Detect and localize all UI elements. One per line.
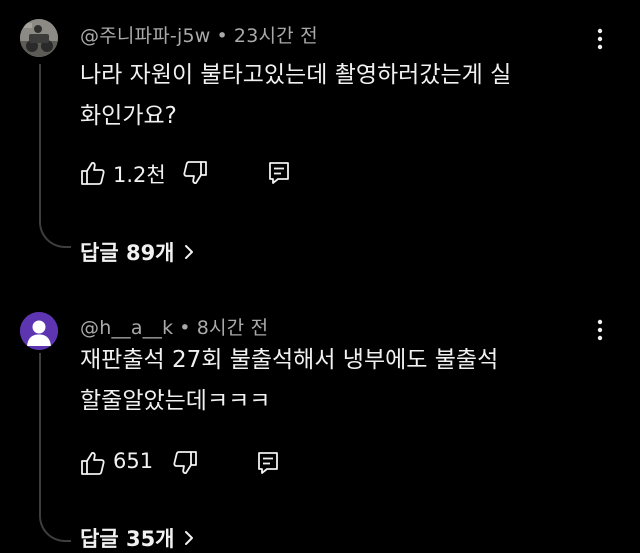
chevron-right-icon xyxy=(183,528,195,552)
like-count: 651 xyxy=(113,449,154,473)
meta-separator: • xyxy=(179,317,191,339)
comment-text: 나라 자원이 불타고있는데 촬영하러갔는게 실 화인가요? xyxy=(80,62,512,129)
view-replies-button[interactable]: 답글 89개 xyxy=(80,237,195,267)
more-actions-button[interactable] xyxy=(590,318,610,342)
avatar[interactable] xyxy=(20,19,58,57)
comment-time[interactable]: 23시간 전 xyxy=(234,25,318,47)
comment-meta: @h__a__k • 8시간 전 xyxy=(80,313,268,340)
like-button[interactable] xyxy=(80,160,106,186)
chevron-right-icon xyxy=(183,242,195,266)
avatar[interactable] xyxy=(20,312,58,350)
thumbs-down-icon xyxy=(183,161,207,185)
comment-item: @h__a__k • 8시간 전 재판출석 27회 불출석해서 냉부에도 불출석 할… xyxy=(0,290,640,553)
like-button[interactable] xyxy=(80,450,106,476)
comment-text: 재판출석 27회 불출석해서 냉부에도 불출석 할줄알았는데ㅋㅋㅋ xyxy=(80,347,499,414)
comment-actions: 1.2천 xyxy=(80,158,340,188)
reply-button[interactable] xyxy=(255,450,281,476)
thumbs-down-icon xyxy=(173,451,197,475)
reply-thread-line xyxy=(39,353,71,542)
default-user-avatar-icon xyxy=(20,312,58,350)
kebab-menu-icon xyxy=(597,28,603,50)
comment-icon xyxy=(258,452,278,474)
more-actions-button[interactable] xyxy=(590,27,610,51)
view-replies-button[interactable]: 답글 35개 xyxy=(80,523,195,553)
dislike-button[interactable] xyxy=(172,450,198,476)
comment-icon xyxy=(269,162,289,184)
comment-item: @주니파파-j5w • 23시간 전 나라 자원이 불타고있는데 촬영하러갔는게 실… xyxy=(0,0,640,285)
user-photo-avatar-icon xyxy=(20,19,58,57)
meta-separator: • xyxy=(216,25,228,47)
dislike-button[interactable] xyxy=(182,160,208,186)
thumbs-up-icon xyxy=(81,161,105,185)
comment-meta: @주니파파-j5w • 23시간 전 xyxy=(80,21,318,48)
like-count: 1.2천 xyxy=(113,163,166,187)
replies-count: 답글 89개 xyxy=(80,241,175,265)
comment-actions: 651 xyxy=(80,448,340,478)
kebab-menu-icon xyxy=(597,319,603,341)
comment-author[interactable]: @h__a__k xyxy=(80,317,173,339)
reply-thread-line xyxy=(39,64,71,248)
thumbs-up-icon xyxy=(81,451,105,475)
comment-author[interactable]: @주니파파-j5w xyxy=(80,25,210,47)
comment-time[interactable]: 8시간 전 xyxy=(197,317,269,339)
reply-button[interactable] xyxy=(266,160,292,186)
replies-count: 답글 35개 xyxy=(80,527,175,551)
